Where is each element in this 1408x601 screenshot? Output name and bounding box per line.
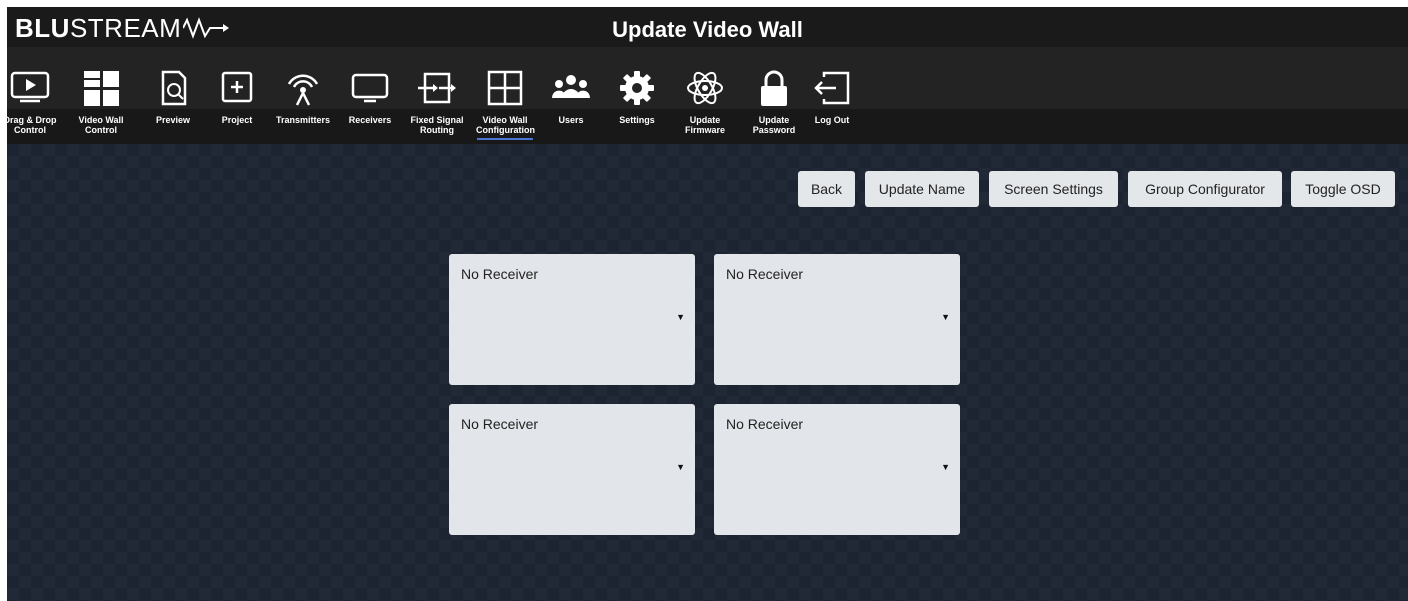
receiver-select-value: No Receiver <box>726 416 804 432</box>
nav-label: Update Firmware <box>684 115 726 135</box>
toggle-osd-button[interactable]: Toggle OSD <box>1291 171 1395 207</box>
main-nav: Drag & Drop Control Video Wall Control P… <box>7 47 1408 144</box>
project-icon <box>216 67 258 109</box>
screen-receiver-select[interactable]: No Receiver ▼ <box>714 254 960 385</box>
nav-label: Fixed Signal Routing <box>410 115 464 135</box>
play-icon <box>9 67 51 109</box>
nav-label: Drag & Drop Control <box>7 115 57 135</box>
caret-down-icon: ▼ <box>676 462 685 472</box>
caret-down-icon: ▼ <box>941 462 950 472</box>
screen-receiver-select[interactable]: No Receiver ▼ <box>449 404 695 535</box>
nav-label: Users <box>558 115 584 125</box>
page-title: Update Video Wall <box>612 17 803 42</box>
nav-label: Log Out <box>814 115 850 125</box>
nav-item-project[interactable]: Project <box>216 47 258 144</box>
nav-item-users[interactable]: Users <box>549 47 593 144</box>
nav-label: Preview <box>155 115 191 125</box>
receiver-select-value: No Receiver <box>726 266 804 282</box>
nav-item-update-password[interactable]: Update Password <box>753 47 795 144</box>
preview-icon <box>152 67 194 109</box>
nav-label: Settings <box>619 115 655 125</box>
nav-item-log-out[interactable]: Log Out <box>811 47 853 144</box>
transmitter-icon <box>282 67 324 109</box>
receiver-select-value: No Receiver <box>461 266 539 282</box>
video-wall-icon <box>80 67 122 109</box>
nav-label: Update Password <box>752 115 796 135</box>
nav-label: Video Wall Control <box>78 115 124 135</box>
screen-settings-button[interactable]: Screen Settings <box>989 171 1118 207</box>
users-icon <box>550 67 592 109</box>
back-button[interactable]: Back <box>798 171 855 207</box>
nav-item-video-wall-control[interactable]: Video Wall Control <box>78 47 124 144</box>
receiver-icon <box>349 67 391 109</box>
active-indicator <box>477 138 533 140</box>
group-configurator-button[interactable]: Group Configurator <box>1128 171 1282 207</box>
header-bar: BLU STREAM Update Video Wall <box>7 7 1408 47</box>
nav-item-fixed-signal-routing[interactable]: Fixed Signal Routing <box>410 47 464 144</box>
screen-receiver-select[interactable]: No Receiver ▼ <box>714 404 960 535</box>
routing-icon <box>416 67 458 109</box>
main-content: Back Update Name Screen Settings Group C… <box>7 144 1408 601</box>
grid-icon <box>484 67 526 109</box>
nav-item-transmitters[interactable]: Transmitters <box>276 47 330 144</box>
lock-icon <box>753 67 795 109</box>
caret-down-icon: ▼ <box>676 312 685 322</box>
caret-down-icon: ▼ <box>941 312 950 322</box>
app-frame: BLU STREAM Update Video Wall Drag & Drop … <box>7 7 1408 601</box>
nav-item-settings[interactable]: Settings <box>616 47 658 144</box>
nav-item-update-firmware[interactable]: Update Firmware <box>684 47 726 144</box>
nav-item-video-wall-configuration[interactable]: Video Wall Configuration <box>476 47 535 144</box>
nav-label: Transmitters <box>275 115 331 125</box>
update-name-button[interactable]: Update Name <box>865 171 979 207</box>
nav-label: Receivers <box>348 115 392 125</box>
screen-receiver-select[interactable]: No Receiver ▼ <box>449 254 695 385</box>
nav-item-preview[interactable]: Preview <box>152 47 194 144</box>
gear-icon <box>616 67 658 109</box>
nav-item-drag-drop-control[interactable]: Drag & Drop Control <box>7 47 57 144</box>
logout-icon <box>811 67 853 109</box>
nav-label: Project <box>221 115 253 125</box>
receiver-select-value: No Receiver <box>461 416 539 432</box>
atom-icon <box>684 67 726 109</box>
nav-label: Video Wall Configuration <box>476 115 535 135</box>
nav-item-receivers[interactable]: Receivers <box>349 47 391 144</box>
